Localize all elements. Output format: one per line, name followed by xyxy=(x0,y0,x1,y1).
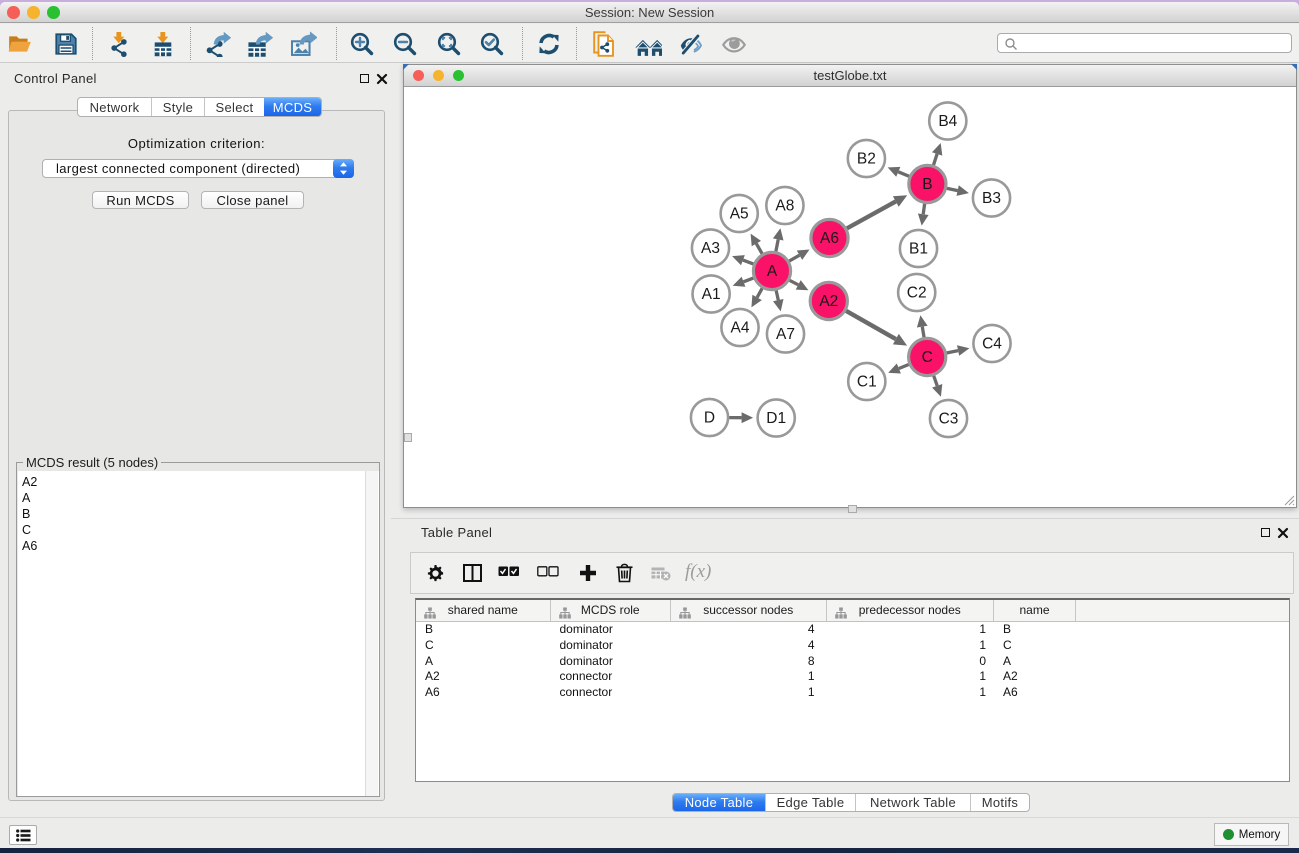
svg-text:D1: D1 xyxy=(766,410,786,427)
svg-text:A6: A6 xyxy=(820,230,839,247)
svg-text:C: C xyxy=(922,349,933,366)
svg-text:A4: A4 xyxy=(731,320,750,337)
svg-text:A7: A7 xyxy=(776,326,795,343)
svg-text:A2: A2 xyxy=(819,293,838,310)
svg-text:A1: A1 xyxy=(702,286,721,303)
svg-text:C2: C2 xyxy=(907,285,927,302)
svg-text:B1: B1 xyxy=(909,241,928,258)
svg-text:B4: B4 xyxy=(938,113,957,130)
svg-text:D: D xyxy=(704,410,715,427)
svg-text:A8: A8 xyxy=(775,198,794,215)
svg-text:B3: B3 xyxy=(982,190,1001,207)
svg-text:A: A xyxy=(767,263,778,280)
svg-text:C3: C3 xyxy=(939,411,959,428)
svg-text:A3: A3 xyxy=(701,240,720,257)
svg-text:C1: C1 xyxy=(857,374,877,391)
svg-text:B: B xyxy=(922,176,932,193)
svg-text:A5: A5 xyxy=(730,206,749,223)
svg-text:C4: C4 xyxy=(982,336,1002,353)
svg-text:B2: B2 xyxy=(857,151,876,168)
